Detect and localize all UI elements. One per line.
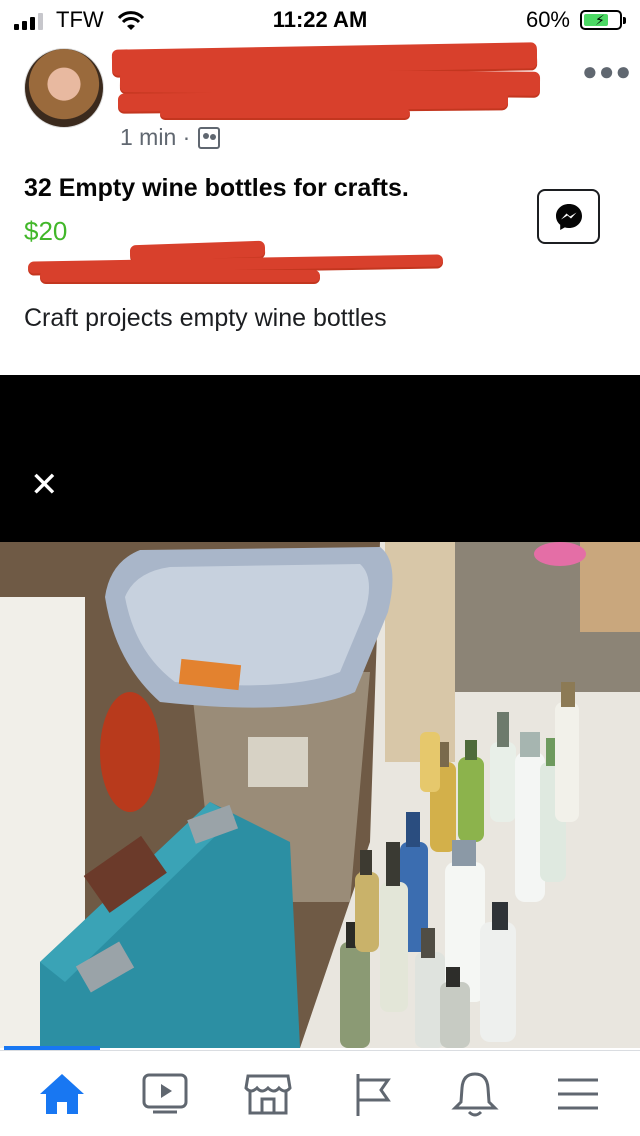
post-meta: 1 min · <box>120 124 221 151</box>
photo-viewer-header <box>0 375 640 542</box>
marketplace-icon <box>244 1074 292 1114</box>
redaction-mark <box>40 270 320 282</box>
listing-price: $20 <box>24 216 68 246</box>
seller-avatar[interactable] <box>24 48 104 128</box>
listing-title: 32 Empty wine bottles for crafts. <box>24 174 409 202</box>
listing-photo-illustration <box>0 542 640 1048</box>
nav-watch[interactable] <box>130 1059 200 1129</box>
watch-icon <box>142 1073 188 1113</box>
battery-icon: ⚡ <box>580 10 626 30</box>
listing-photo[interactable] <box>0 542 640 1048</box>
messenger-icon <box>555 203 582 230</box>
status-bar: TFW 11:22 AM 60% ⚡ <box>0 0 640 40</box>
listing-description: Craft projects empty wine bottles <box>24 304 387 332</box>
more-options-icon[interactable]: ●●● <box>582 56 632 87</box>
nav-pages[interactable] <box>337 1059 407 1129</box>
battery-percentage: 60% <box>525 7 570 32</box>
home-icon <box>39 1073 84 1114</box>
pages-icon <box>356 1073 391 1116</box>
message-seller-button[interactable] <box>537 189 600 244</box>
nav-notifications[interactable] <box>440 1059 510 1129</box>
nav-marketplace[interactable] <box>233 1059 303 1129</box>
bottom-navigation <box>0 1050 640 1136</box>
marketplace-post-screen: TFW 11:22 AM 60% ⚡ ●●● 1 min · 32 Empty … <box>0 0 640 1136</box>
post-timestamp: 1 min · <box>120 124 191 150</box>
notifications-icon <box>451 1071 499 1116</box>
redaction-mark <box>160 108 410 118</box>
close-icon[interactable]: ✕ <box>30 468 59 502</box>
audience-icon[interactable] <box>198 126 221 149</box>
nav-menu[interactable] <box>543 1059 613 1129</box>
nav-home[interactable] <box>27 1059 97 1129</box>
menu-icon <box>558 1078 599 1109</box>
